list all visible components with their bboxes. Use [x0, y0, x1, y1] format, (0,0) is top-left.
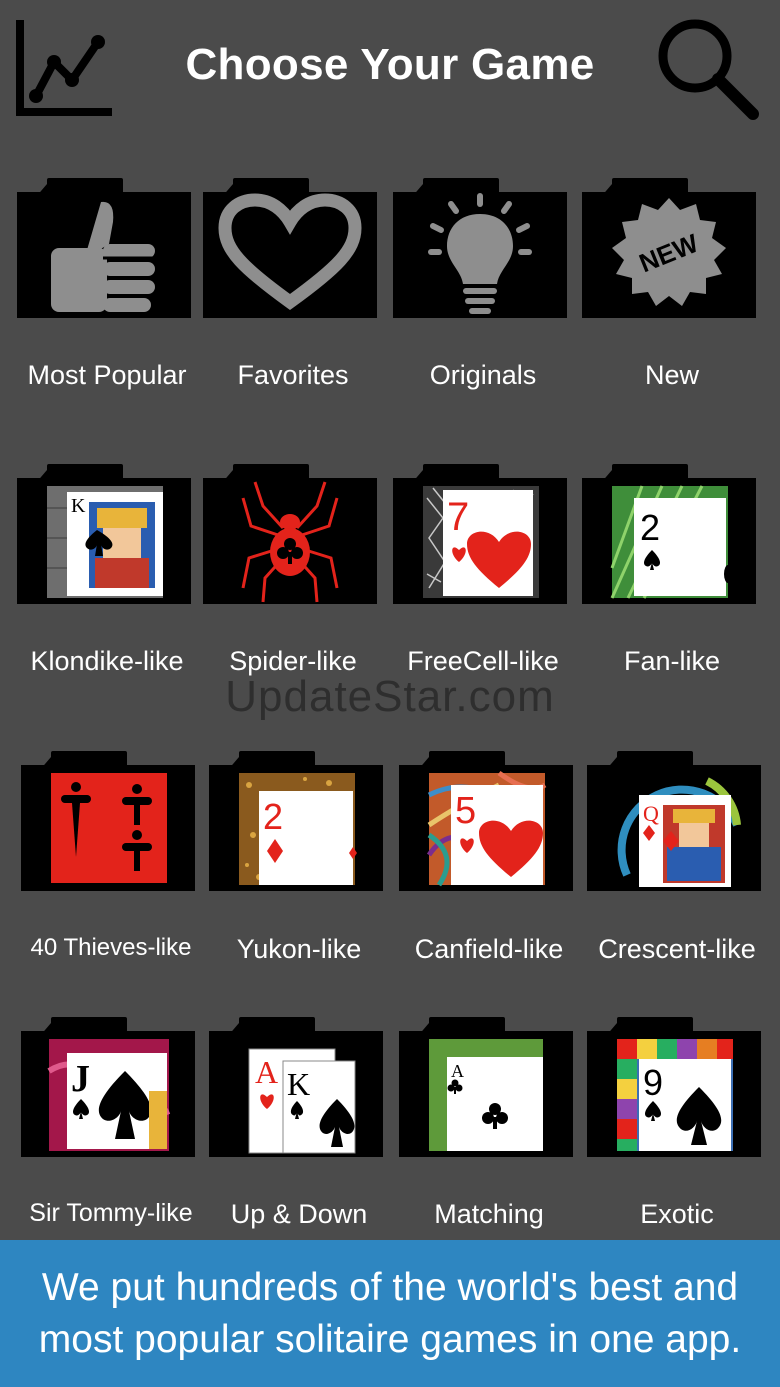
folder-icon: [203, 178, 377, 318]
category-label: Crescent-like: [598, 934, 756, 964]
category-label: Exotic: [640, 1199, 714, 1229]
svg-text:2: 2: [263, 796, 283, 837]
seven-of-hearts-card: 7: [423, 486, 539, 598]
folder-icon: [393, 178, 567, 318]
folder-icon: K: [17, 464, 191, 604]
svg-text:Q: Q: [643, 801, 659, 826]
folder-icon: 2: [209, 751, 383, 891]
folder-icon: A: [399, 1017, 573, 1157]
heart-icon: [218, 193, 362, 311]
folder-icon: [17, 178, 191, 318]
svg-text:5: 5: [455, 790, 476, 832]
two-of-diamonds-card: 2: [239, 773, 357, 885]
category-label: Canfield-like: [414, 934, 564, 964]
queen-of-diamonds-card: Q: [617, 777, 741, 887]
folder-icon: 5: [399, 751, 573, 891]
category-label: New: [644, 360, 699, 390]
promo-text: We put hundreds of the world's best and m…: [0, 1262, 780, 1366]
svg-text:2: 2: [640, 507, 660, 548]
folder-icon: 7: [393, 464, 567, 604]
svg-text:A: A: [451, 1061, 464, 1081]
folder-icon: A K: [209, 1017, 383, 1157]
folder-icon: [21, 751, 195, 891]
jack-of-spades-card: J: [47, 1039, 171, 1151]
thumbs-up-icon: [51, 201, 155, 312]
header: Choose Your Game: [0, 0, 780, 140]
ace-of-clubs-card: A: [429, 1039, 543, 1151]
new-badge-icon: NEW: [612, 198, 726, 306]
svg-text:A: A: [255, 1054, 278, 1090]
promo-line-2: most popular solitaire games in one app.: [38, 1318, 742, 1361]
promo-line-1: We put hundreds of the world's best and: [41, 1266, 739, 1309]
folder-icon: J: [21, 1017, 195, 1157]
ace-king-cards: A K: [248, 1048, 356, 1154]
category-label: Matching: [434, 1199, 544, 1229]
folder-icon: Q: [587, 751, 761, 891]
spider-icon: [241, 481, 339, 603]
category-label: 40 Thieves-like: [30, 934, 192, 961]
svg-text:K: K: [287, 1066, 310, 1102]
svg-text:7: 7: [447, 495, 469, 539]
five-of-hearts-card: 5: [426, 770, 547, 887]
svg-text:J: J: [71, 1058, 90, 1100]
folder-icon: [203, 464, 377, 604]
search-icon[interactable]: [655, 16, 760, 121]
folder-icon: 9: [587, 1017, 761, 1157]
svg-text:9: 9: [643, 1062, 663, 1103]
nine-of-spades-card: 9: [617, 1039, 733, 1151]
folder-icon: NEW: [582, 178, 756, 318]
daggers-card: [51, 773, 167, 883]
category-label: Most Popular: [27, 360, 187, 390]
king-of-spades-card: K: [47, 486, 163, 598]
watermark: UpdateStar.com: [225, 672, 555, 721]
lightbulb-icon: [428, 193, 532, 314]
category-label: Favorites: [237, 360, 349, 390]
svg-text:K: K: [71, 495, 86, 517]
category-label: Up & Down: [230, 1199, 368, 1229]
category-label: Yukon-like: [236, 934, 362, 964]
folder-icon: 2: [582, 464, 756, 604]
category-label: Originals: [429, 360, 537, 390]
two-of-spades-card: 2: [610, 485, 732, 599]
promo-banner[interactable]: We put hundreds of the world's best and m…: [0, 1240, 780, 1387]
category-label: Sir Tommy-like: [29, 1199, 193, 1227]
